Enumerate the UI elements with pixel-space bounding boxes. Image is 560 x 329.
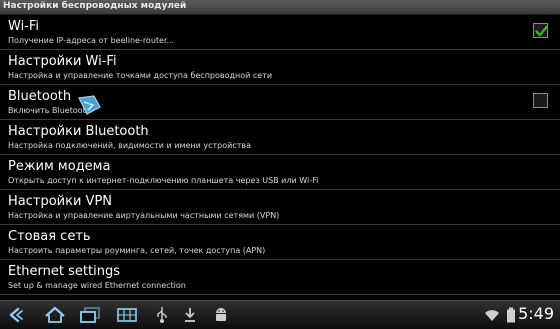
page-title: Настройки беспроводных модулей [3,1,187,11]
list-item-title: Wi-Fi [8,19,40,34]
list-item-subtitle: Настройка и управление виртуальными част… [8,211,280,220]
wifi-signal-icon [485,310,499,321]
ethernet-settings-row[interactable]: Ethernet settings Set up & manage wired … [0,260,560,295]
wifi-checkbox[interactable] [533,23,548,38]
list-item-title: Bluetooth [8,89,72,104]
wifi-toggle-row[interactable]: Wi-Fi Получение IP-адреса от beeline-rou… [0,15,560,50]
android-debug-icon [216,308,226,321]
list-item-subtitle: Настроить параметры роуминга, сетей, точ… [8,246,266,255]
list-item-subtitle: Открыть доступ к интернет-подключению пл… [8,176,319,185]
modem-mode-row[interactable]: Режим модема Открыть доступ к интернет-п… [0,155,560,190]
system-bar: 5:49 [0,300,560,329]
status-clock: 5:49 [518,304,554,323]
recent-apps-icon[interactable] [79,306,101,324]
wifi-settings-row[interactable]: Настройки Wi-Fi Настройка и управление т… [0,50,560,85]
list-item-subtitle: Настройка и управление точками доступа б… [8,71,273,80]
list-item-subtitle: Настройка подключений, видимости и имени… [8,141,252,150]
back-icon[interactable] [8,306,28,324]
list-item-title: Настройки Bluetooth [8,124,149,139]
mobile-network-row[interactable]: Стовая сеть Настроить параметры роуминга… [0,225,560,260]
usb-icon [157,307,167,323]
settings-list: Wi-Fi Получение IP-адреса от beeline-rou… [0,15,560,295]
list-item-title: Настройки Wi-Fi [8,54,117,69]
bluetooth-checkbox[interactable] [533,93,548,108]
touch-pointer-icon [78,95,101,115]
list-item-title: Настройки VPN [8,194,113,209]
download-icon [185,308,195,322]
checkmark-icon [535,25,548,37]
list-item-subtitle: Получение IP-адреса от beeline-router... [8,36,175,45]
bluetooth-settings-row[interactable]: Настройки Bluetooth Настройка подключени… [0,120,560,155]
home-icon[interactable] [44,306,66,324]
title-bar: Настройки беспроводных модулей [0,0,560,15]
list-item-title: Ethernet settings [8,264,120,279]
battery-icon [507,307,515,323]
list-item-subtitle: Set up & manage wired Ethernet connectio… [8,281,186,290]
screenshot-icon[interactable] [116,306,138,324]
list-item-title: Режим модема [8,159,111,174]
list-item-title: Стовая сеть [8,229,91,244]
vpn-settings-row[interactable]: Настройки VPN Настройка и управление вир… [0,190,560,225]
